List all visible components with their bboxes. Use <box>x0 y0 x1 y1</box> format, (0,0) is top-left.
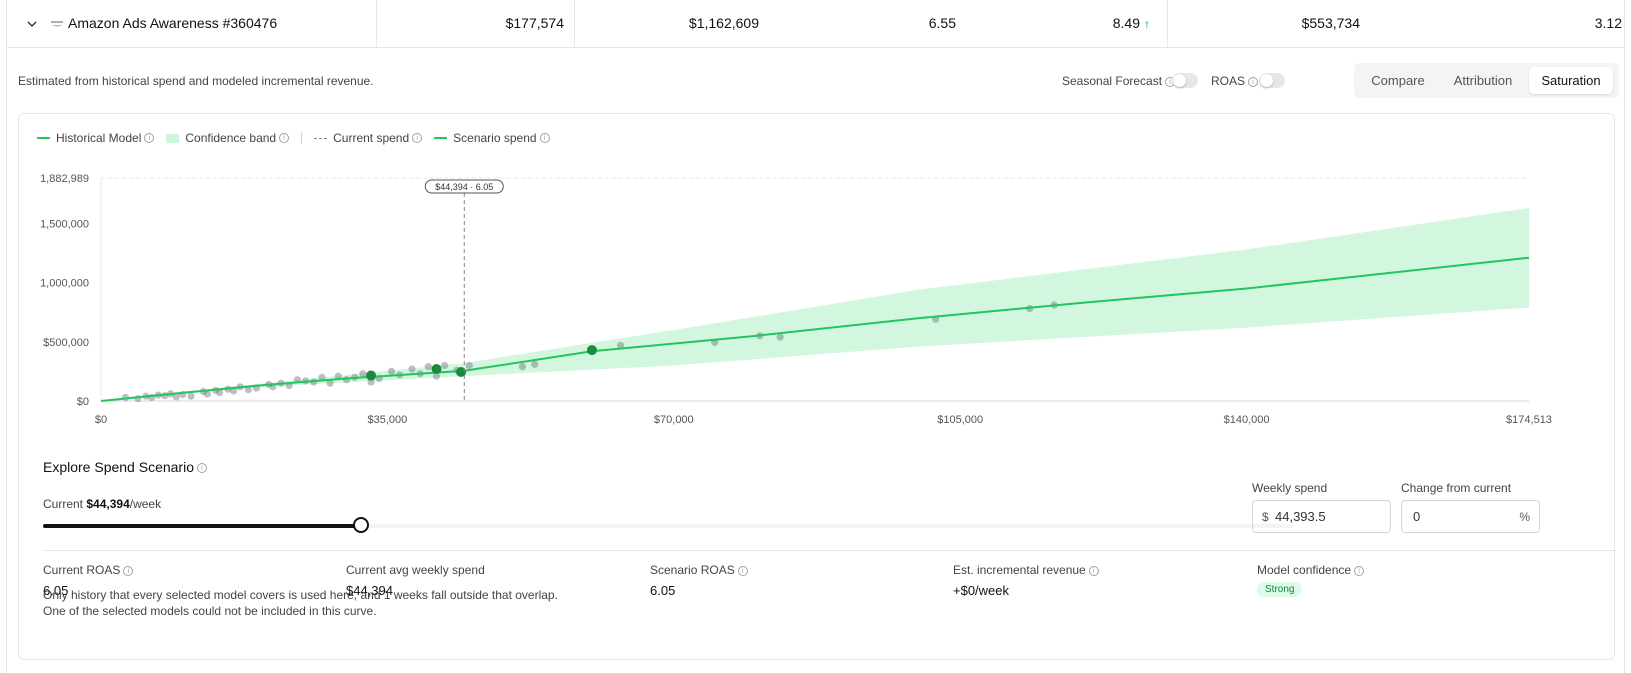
currency-prefix: $ <box>1262 510 1269 524</box>
column-divider <box>376 0 377 48</box>
change-from-current-label: Change from current <box>1401 481 1512 495</box>
saturation-chart[interactable]: $0 $500,000 1,000,000 1,500,000 1,882,989 $0 $… <box>19 114 1616 444</box>
history-point[interactable] <box>518 363 527 371</box>
chevron-down-icon[interactable] <box>25 17 39 31</box>
highlight-point[interactable] <box>366 370 377 381</box>
info-icon[interactable]: i <box>197 463 207 474</box>
stat-scenario-roas: Scenario ROAS i 6.05 <box>650 563 748 598</box>
excluded-model-note: One of the selected models could not be … <box>43 604 377 618</box>
y-tick-label: $0 <box>77 396 89 408</box>
info-icon[interactable]: i <box>1248 76 1259 87</box>
seasonal-forecast-toggle[interactable] <box>1172 73 1198 88</box>
info-icon[interactable]: i <box>1088 565 1099 576</box>
history-point[interactable] <box>441 361 449 370</box>
explore-title-text: Explore Spend Scenario <box>43 459 194 475</box>
stat-label: Model confidence <box>1257 563 1352 577</box>
history-point[interactable] <box>776 333 784 341</box>
x-tick-label: $105,000 <box>937 414 983 426</box>
history-point[interactable] <box>387 367 396 375</box>
current-spend-label: Current $44,394/week <box>43 497 161 511</box>
info-icon[interactable]: i <box>737 565 748 576</box>
efficiency-cell: 3.12 <box>1594 15 1622 31</box>
highlight-point[interactable] <box>431 364 442 375</box>
explore-title: Explore Spend Scenario i <box>43 459 207 475</box>
history-point[interactable] <box>424 363 432 371</box>
roas-toggle-label: ROAS i <box>1211 74 1259 88</box>
weekly-spend-label: Weekly spend <box>1252 481 1328 495</box>
tab-compare[interactable]: Compare <box>1358 67 1438 94</box>
current-spend-tag-label: $44,394 · 6.05 <box>435 182 493 192</box>
confidence-badge: Strong <box>1257 582 1303 597</box>
history-point[interactable] <box>465 361 473 370</box>
confidence-band <box>101 207 1529 401</box>
roas-cell: 6.55 <box>928 15 956 31</box>
current-prefix: Current <box>43 497 87 511</box>
spend-cell: $177,574 <box>505 15 564 31</box>
column-divider <box>1167 0 1168 48</box>
info-icon[interactable]: i <box>1354 565 1365 576</box>
column-divider <box>574 0 575 48</box>
spend-slider[interactable] <box>43 517 1293 533</box>
weekly-spend-input[interactable]: $ 44,393.5 <box>1252 500 1391 533</box>
saturation-panel: Historical Model i Confidence band i Curre… <box>18 113 1616 660</box>
info-icon[interactable]: i <box>123 565 134 576</box>
stat-label: Scenario ROAS <box>650 563 735 577</box>
arrow-up-icon: ↑ <box>1144 17 1150 31</box>
roas-toggle-text: ROAS <box>1211 74 1246 88</box>
tab-attribution[interactable]: Attribution <box>1438 67 1528 94</box>
current-suffix: /week <box>129 497 162 511</box>
slider-handle[interactable] <box>352 517 369 533</box>
x-tick-label: $70,000 <box>654 414 694 426</box>
y-tick-label: $500,000 <box>43 337 89 349</box>
history-point[interactable] <box>408 365 416 373</box>
tab-saturation[interactable]: Saturation <box>1529 67 1613 94</box>
x-tick-label: $35,000 <box>368 414 408 426</box>
roas-trend-value: 8.49 <box>1112 15 1140 31</box>
change-value: 0 <box>1413 509 1421 524</box>
y-tick-label: 1,000,000 <box>40 278 89 290</box>
campaign-card: Amazon Ads Awareness #360476 $177,574 $1… <box>6 0 1625 673</box>
y-tick-label: 1,882,989 <box>40 173 89 185</box>
y-tick-label: 1,500,000 <box>40 218 89 230</box>
stat-label: Est. incremental revenue <box>953 563 1086 577</box>
estimate-text: Estimated from historical spend and mode… <box>18 74 374 88</box>
history-point[interactable] <box>531 360 539 368</box>
history-point[interactable] <box>187 392 195 400</box>
campaign-name: Amazon Ads Awareness #360476 <box>68 15 278 31</box>
overlap-note: Only history that every selected model c… <box>43 588 558 602</box>
campaign-row[interactable]: Amazon Ads Awareness #360476 $177,574 $1… <box>7 0 1624 48</box>
x-tick-label: $140,000 <box>1224 414 1270 426</box>
highlight-point[interactable] <box>586 345 597 356</box>
roas-toggle[interactable] <box>1259 73 1285 88</box>
view-tabs: Compare Attribution Saturation <box>1354 63 1619 98</box>
stat-value: +$0/week <box>953 583 1010 598</box>
seasonal-forecast-label: Seasonal Forecast i <box>1062 74 1176 88</box>
stat-value: 6.05 <box>650 583 676 598</box>
x-tick-label: $174,513 <box>1506 414 1552 426</box>
divider <box>43 550 1616 551</box>
incremental-cell: $553,734 <box>1301 15 1360 31</box>
stat-incremental-revenue: Est. incremental revenue i +$0/week <box>953 563 1099 598</box>
roas-trend-cell: 8.49 ↑ <box>1113 15 1150 31</box>
stat-label: Current ROAS <box>43 563 121 577</box>
stat-model-confidence: Model confidence i Strong <box>1257 563 1365 597</box>
x-tick-label: $0 <box>95 414 107 426</box>
change-from-current-input[interactable]: 0 % <box>1401 500 1540 533</box>
seasonal-forecast-text: Seasonal Forecast <box>1062 74 1163 88</box>
current-value: $44,394 <box>86 497 130 511</box>
slider-fill <box>43 524 361 528</box>
stat-label: Current avg weekly spend <box>346 563 485 577</box>
amazon-logo <box>50 18 64 28</box>
percent-suffix: % <box>1519 510 1530 524</box>
revenue-cell: $1,162,609 <box>688 15 759 31</box>
weekly-spend-value: 44,393.5 <box>1275 509 1326 524</box>
